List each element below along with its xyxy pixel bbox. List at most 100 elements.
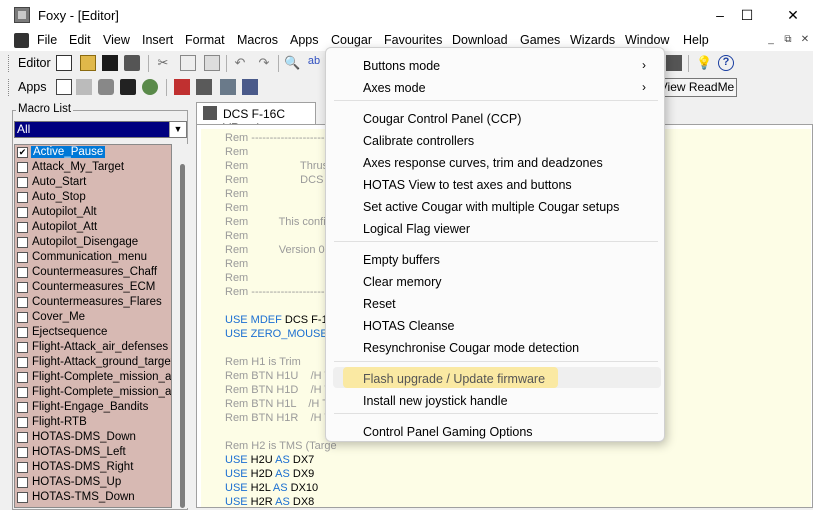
menu-favourites[interactable]: Favourites — [384, 33, 442, 47]
menu-item-install-new-joystick-handle[interactable]: Install new joystick handle — [363, 391, 508, 411]
menu-cougar[interactable]: Cougar — [331, 33, 372, 47]
menu-wizards[interactable]: Wizards — [570, 33, 615, 47]
macro-checkbox[interactable] — [17, 327, 28, 338]
maximize-button[interactable]: ☐ — [724, 0, 770, 31]
macro-list-item[interactable]: Flight-Engage_Bandits — [15, 400, 171, 415]
menu-item-logical-flag-viewer[interactable]: Logical Flag viewer — [363, 219, 470, 239]
macro-list[interactable]: ✔ Active_Pause Attack_My_Target Auto_Start A… — [14, 144, 172, 508]
menu-macros[interactable]: Macros — [237, 33, 278, 47]
macro-checkbox[interactable] — [17, 387, 28, 398]
menu-edit[interactable]: Edit — [69, 33, 91, 47]
macro-checkbox[interactable] — [17, 207, 28, 218]
tab-editor-file[interactable]: DCS F-16C VR.tmj — [196, 102, 316, 135]
cougar-icon[interactable] — [666, 55, 682, 71]
menu-file[interactable]: File — [37, 33, 57, 47]
macro-list-item[interactable]: Autopilot_Disengage — [15, 235, 171, 250]
chevron-down-icon[interactable]: ▼ — [169, 122, 186, 137]
macro-checkbox[interactable] — [17, 492, 28, 503]
macro-list-scrollbar[interactable] — [176, 144, 190, 508]
macro-checkbox[interactable] — [17, 402, 28, 413]
close-button[interactable]: ✕ — [770, 0, 813, 31]
save-icon[interactable] — [102, 55, 118, 71]
menu-window[interactable]: Window — [625, 33, 669, 47]
macro-checkbox[interactable]: ✔ — [17, 147, 28, 158]
macro-list-item[interactable]: HOTAS-DMS_Down — [15, 430, 171, 445]
find-icon[interactable]: 🔍 — [284, 55, 300, 71]
macro-list-item[interactable]: Autopilot_Att — [15, 220, 171, 235]
macro-checkbox[interactable] — [17, 252, 28, 263]
app-icon[interactable] — [14, 7, 30, 23]
macro-list-item[interactable]: HOTAS-DMS_Up — [15, 475, 171, 490]
new-file-icon[interactable] — [56, 55, 72, 71]
menu-view[interactable]: View — [103, 33, 130, 47]
macro-list-item[interactable]: Auto_Stop — [15, 190, 171, 205]
macro-checkbox[interactable] — [17, 357, 28, 368]
macro-list-item[interactable]: Cover_Me — [15, 310, 171, 325]
macro-list-item[interactable]: Communication_menu — [15, 250, 171, 265]
macro-list-item[interactable]: Flight-RTB — [15, 415, 171, 430]
menu-format[interactable]: Format — [185, 33, 225, 47]
app-icon-2[interactable] — [76, 79, 92, 95]
camera-icon[interactable] — [120, 79, 136, 95]
macro-checkbox[interactable] — [17, 282, 28, 293]
app-icon-1[interactable] — [56, 79, 72, 95]
open-folder-icon[interactable] — [80, 55, 96, 71]
macro-checkbox[interactable] — [17, 177, 28, 188]
menu-item-buttons-mode[interactable]: Buttons mode — [363, 56, 440, 76]
help-icon[interactable]: ? — [718, 55, 734, 71]
macro-list-item[interactable]: Countermeasures_Chaff — [15, 265, 171, 280]
menu-item-resynchronise-cougar-mode-detection[interactable]: Resynchronise Cougar mode detection — [363, 338, 579, 358]
macro-checkbox[interactable] — [17, 417, 28, 428]
macro-checkbox[interactable] — [17, 312, 28, 323]
replace-icon[interactable]: ab — [306, 55, 322, 71]
macro-list-item[interactable]: Flight-Complete_mission_and_ — [15, 385, 171, 400]
view-readme-button[interactable]: View ReadMe — [657, 78, 737, 97]
menu-item-clear-memory[interactable]: Clear memory — [363, 272, 442, 292]
document-icon[interactable] — [14, 33, 29, 48]
menu-apps[interactable]: Apps — [290, 33, 319, 47]
app-icon-7[interactable] — [196, 79, 212, 95]
macro-checkbox[interactable] — [17, 342, 28, 353]
macro-list-item[interactable]: Auto_Start — [15, 175, 171, 190]
mdi-restore-button[interactable]: ⧉ — [781, 33, 795, 47]
macro-list-item[interactable]: HOTAS-DMS_Right — [15, 460, 171, 475]
macro-list-item[interactable]: Countermeasures_ECM — [15, 280, 171, 295]
macro-list-item[interactable]: Attack_My_Target — [15, 160, 171, 175]
macro-checkbox[interactable] — [17, 222, 28, 233]
macro-checkbox[interactable] — [17, 162, 28, 173]
copy-icon[interactable] — [180, 55, 196, 71]
menu-item-cougar-control-panel-ccp[interactable]: Cougar Control Panel (CCP) — [363, 109, 521, 129]
undo-icon[interactable]: ↶ — [232, 55, 248, 71]
menu-download[interactable]: Download — [452, 33, 508, 47]
menu-item-axes-response-curves-trim-and-deadzones[interactable]: Axes response curves, trim and deadzones — [363, 153, 603, 173]
menu-item-hotas-cleanse[interactable]: HOTAS Cleanse — [363, 316, 454, 336]
macro-list-item[interactable]: Flight-Attack_ground_targets — [15, 355, 171, 370]
macro-checkbox[interactable] — [17, 462, 28, 473]
menu-item-reset[interactable]: Reset — [363, 294, 396, 314]
menu-item-control-panel-gaming-options[interactable]: Control Panel Gaming Options — [363, 422, 533, 442]
macro-list-item[interactable]: Ejectsequence — [15, 325, 171, 340]
macro-list-item[interactable]: HOTAS-TMS_Down — [15, 490, 171, 505]
menu-games[interactable]: Games — [520, 33, 560, 47]
macro-checkbox[interactable] — [17, 477, 28, 488]
scrollbar-thumb[interactable] — [180, 164, 185, 508]
macro-checkbox[interactable] — [17, 267, 28, 278]
menu-item-flash-upgrade-update-firmware[interactable]: Flash upgrade / Update firmware — [363, 369, 545, 389]
macro-checkbox[interactable] — [17, 297, 28, 308]
paste-icon[interactable] — [204, 55, 220, 71]
mdi-close-button[interactable]: ✕ — [798, 33, 812, 47]
mdi-minimize-button[interactable]: _ — [764, 33, 778, 47]
macro-list-item[interactable]: ✔ Active_Pause — [15, 145, 171, 160]
redo-icon[interactable]: ↷ — [256, 55, 272, 71]
cut-icon[interactable]: ✂ — [155, 55, 171, 71]
app-icon-3[interactable] — [98, 79, 114, 95]
macro-filter-select[interactable]: All ▼ — [14, 121, 187, 138]
app-icon-5[interactable] — [142, 79, 158, 95]
macro-list-item[interactable]: HOTAS-DMS_Left — [15, 445, 171, 460]
macro-checkbox[interactable] — [17, 432, 28, 443]
macro-checkbox[interactable] — [17, 237, 28, 248]
app-icon-8[interactable] — [220, 79, 236, 95]
macro-list-item[interactable]: Flight-Attack_air_defenses — [15, 340, 171, 355]
macro-list-item[interactable]: Autopilot_Alt — [15, 205, 171, 220]
menu-item-set-active-cougar-with-multiple-cougar-setups[interactable]: Set active Cougar with multiple Cougar s… — [363, 197, 619, 217]
